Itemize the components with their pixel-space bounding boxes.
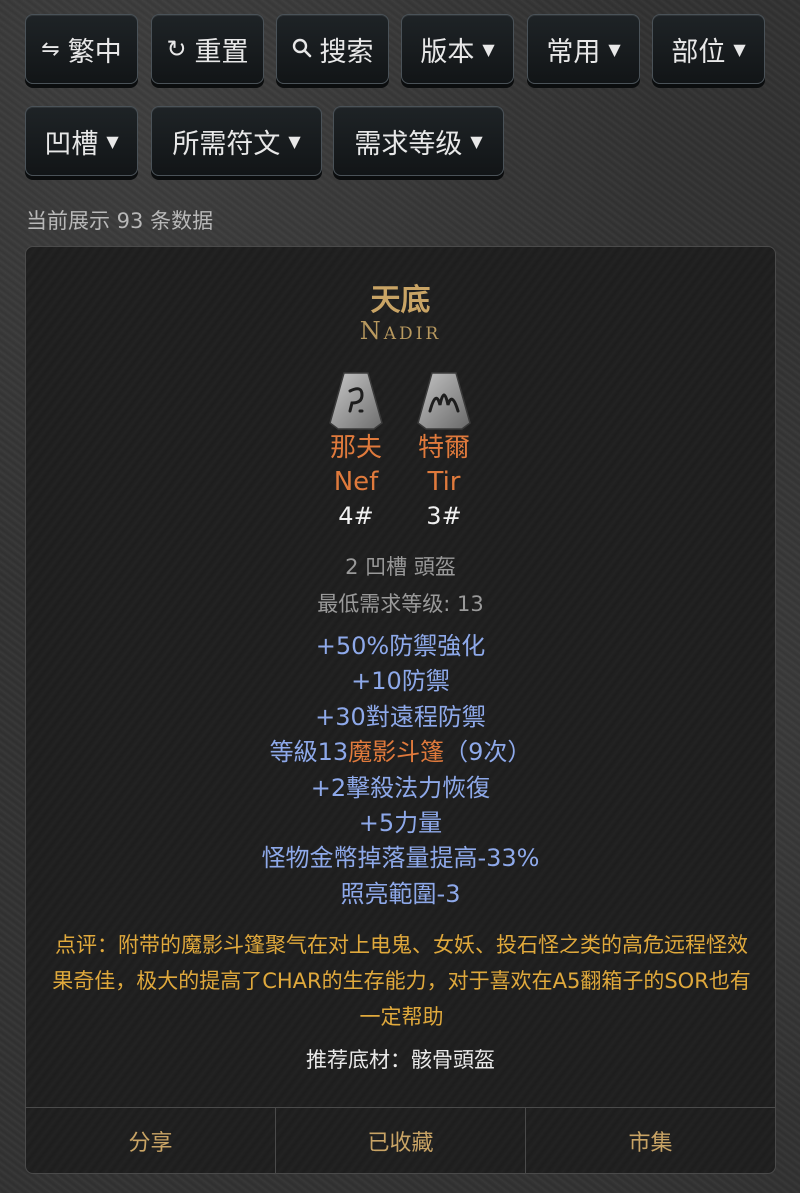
common-dropdown-label: 常用: [546, 36, 601, 68]
skill-name: 魔影斗篷: [348, 738, 445, 767]
min-level: 最低需求等级: 13: [317, 592, 484, 616]
caret-down-icon: ▼: [733, 39, 746, 59]
required-runes-dropdown-label: 所需符文: [172, 128, 281, 160]
skill-charges: （9次）: [444, 738, 532, 767]
required-level-dropdown[interactable]: 需求等级 ▼: [333, 106, 504, 176]
required-runes-dropdown[interactable]: 所需符文 ▼: [151, 106, 322, 176]
sockets-dropdown[interactable]: 凹槽 ▼: [25, 106, 138, 176]
stat-line: 怪物金幣掉落量提高-33%: [261, 844, 540, 873]
refresh-icon: ↻: [166, 35, 187, 63]
socket-info: 2 凹槽 頭盔: [345, 555, 456, 579]
common-dropdown[interactable]: 常用 ▼: [527, 14, 640, 84]
caret-down-icon: ▼: [482, 39, 495, 59]
search-button[interactable]: 搜索: [276, 14, 389, 84]
stat-line: +10防禦: [351, 667, 450, 696]
rune-number: 4#: [338, 502, 374, 530]
card-footer: 分享 已收藏 市集: [26, 1107, 775, 1174]
rune-cn-label: 特爾: [417, 433, 470, 463]
nef-rune-icon: [329, 372, 383, 430]
stat-line: 照亮範圍-3: [340, 879, 461, 908]
rune-en-label: Tir: [427, 467, 461, 497]
slot-dropdown[interactable]: 部位 ▼: [652, 14, 765, 84]
result-count: 当前展示 93 条数据: [26, 209, 214, 233]
language-toggle-button[interactable]: ⇋ 繁中: [25, 14, 138, 84]
runeword-card: 天底 Nadir 那夫 Nef 4# 特爾 Tir 3# 2 凹槽 頭盔 最低需…: [25, 246, 776, 1174]
runeword-name-cn: 天底: [370, 283, 431, 318]
caret-down-icon: ▼: [288, 131, 301, 151]
review-comment: 点评：附带的魔影斗篷聚气在对上电鬼、女妖、投石怪之类的高危远程怪效果奇佳，极大的…: [52, 933, 751, 1029]
rune-cn-label: 那夫: [329, 433, 382, 463]
search-label: 搜索: [319, 36, 374, 68]
skill-level: 等級13: [269, 738, 349, 767]
rune-en-label: Nef: [333, 467, 379, 497]
version-dropdown[interactable]: 版本 ▼: [401, 14, 514, 84]
reset-button[interactable]: ↻ 重置: [151, 14, 264, 84]
version-dropdown-label: 版本: [420, 36, 475, 68]
sockets-dropdown-label: 凹槽: [44, 128, 99, 160]
stat-line: +30對遠程防禦: [315, 702, 486, 731]
skill-stat-line: 等級13魔影斗篷（9次）: [26, 735, 775, 770]
caret-down-icon: ▼: [106, 131, 119, 151]
share-button[interactable]: 分享: [26, 1108, 276, 1174]
slot-dropdown-label: 部位: [671, 36, 726, 68]
runeword-name-en: Nadir: [359, 317, 442, 345]
language-toggle-label: 繁中: [67, 36, 122, 68]
recommended-base: 推荐底材：骸骨頭盔: [306, 1048, 495, 1072]
caret-down-icon: ▼: [470, 131, 483, 151]
tir-rune-icon: [417, 372, 471, 430]
search-icon: [292, 34, 312, 65]
reset-label: 重置: [194, 36, 249, 68]
swap-icon: ⇋: [41, 36, 60, 62]
stat-line: +50%防禦強化: [315, 632, 486, 660]
favorite-button[interactable]: 已收藏: [276, 1108, 526, 1174]
rune-number: 3#: [426, 502, 462, 530]
market-button[interactable]: 市集: [526, 1108, 775, 1174]
stat-list: +50%防禦強化 +10防禦 +30對遠程防禦 等級13魔影斗篷（9次） +2擊…: [26, 629, 775, 912]
stat-line: +2擊殺法力恢復: [310, 773, 491, 802]
stat-line: +5力量: [358, 809, 443, 838]
rune-tir: 特爾 Tir 3#: [410, 371, 478, 533]
required-level-dropdown-label: 需求等级: [354, 128, 463, 160]
rune-nef: 那夫 Nef 4#: [322, 371, 390, 533]
caret-down-icon: ▼: [608, 39, 621, 59]
